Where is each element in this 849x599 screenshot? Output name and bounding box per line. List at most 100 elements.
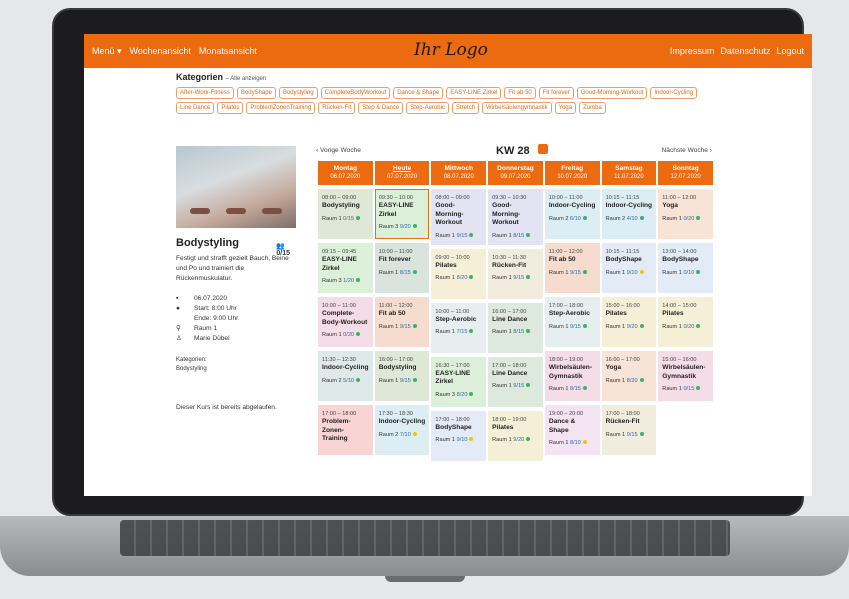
category-chip[interactable]: After-Work-Fitness [176,87,234,99]
event-room-info: Raum 1 8/15 [492,328,539,336]
course-event-card[interactable]: 11:30 – 12:30 Indoor-Cycling Raum 2 5/10 [318,351,373,401]
course-event-card[interactable]: 10:00 – 11:00 Fit forever Raum 1 8/15 [374,243,430,293]
category-chip[interactable]: Bodystyling [278,87,318,99]
category-chip[interactable]: Wirbelsäulengymnastik [481,102,552,114]
category-chip[interactable]: Rücken-Fit [318,102,356,114]
course-event-card[interactable]: 10:30 – 11:30 Rücken-Fit Raum 1 9/15 [488,248,543,299]
course-event-card[interactable]: 17:00 – 18:00 BodyShape Raum 1 9/10 [431,410,487,461]
course-event-card[interactable]: 09:30 – 10:30 Good-Morning-Workout Raum 1 … [488,189,543,245]
previous-week-link[interactable]: ‹ Vorige Woche [316,147,361,154]
show-all-link[interactable]: – Alle anzeigen [226,76,267,82]
availability-dot-icon [412,323,417,328]
course-event-card[interactable]: 15:00 – 16:00 Pilates Raum 1 9/20 [601,297,657,347]
course-event-card[interactable]: 17:00 – 18:00 Problem-Zonen-Training [318,405,373,455]
course-event-card[interactable]: 19:00 – 20:00 Dance & Shape Raum 1 8/10 [544,405,600,455]
impressum-link[interactable]: Impressum [670,46,715,56]
day-name[interactable]: Heute [375,164,430,173]
course-event-card[interactable]: 16:30 – 17:00 EASY-LINE Zirkel Raum 3 8/20 [431,356,487,407]
print-icon[interactable] [538,144,548,154]
datenschutz-link[interactable]: Datenschutz [720,46,770,56]
event-room-info: Raum 1 8/15 [379,269,426,277]
availability-dot-icon [582,215,587,220]
category-chip[interactable]: Fit ab 50 [504,87,536,99]
course-event-card[interactable]: 16:00 – 17:00 Line Dance Raum 1 8/15 [488,302,543,353]
event-time: 16:30 – 17:00 [435,362,470,369]
event-time: 09:30 – 10:30 [492,195,527,201]
course-event-card[interactable]: 15:00 – 16:00 Wirbelsäulen-Gymnastik Raum … [658,351,713,401]
availability-dot-icon [469,437,474,441]
event-name: Pilates [435,261,457,269]
course-event-card[interactable]: 08:00 – 09:00 Good-Morning-Workout Raum 1 … [431,189,487,245]
keyboard [120,520,730,556]
day-column: 09:30 – 10:30 Good-Morning-Workout Raum 1 … [488,187,543,461]
event-room-info: Raum 1 7/15 [435,328,482,336]
event-capacity: 8/20 [626,377,638,384]
course-event-card[interactable]: 11:00 – 12:00 Yoga Raum 1 0/20 [658,189,713,239]
course-event-card[interactable]: 08:00 – 09:00 Bodystyling Raum 1 0/15 [318,189,373,239]
category-chip[interactable]: Line Dance [176,102,215,114]
month-view-link[interactable]: Monatsansicht [199,46,257,57]
course-event-card[interactable]: 11:00 – 12:00 Fit ab 50 Raum 1 9/15 [374,297,430,347]
availability-dot-icon [526,329,531,333]
category-chip[interactable]: Pilates [217,102,244,114]
course-event-card[interactable]: 17:00 – 18:00 Step-Aerobic Raum 1 9/15 [544,297,600,347]
event-capacity: 1/20 [343,278,355,284]
availability-dot-icon [412,431,417,436]
course-event-card[interactable]: 10:00 – 11:00 Step-Aerobic Raum 1 7/15 [431,302,487,353]
course-event-card[interactable]: 18:00 – 19:00 Pilates Raum 1 9/20 [488,410,543,461]
course-event-card[interactable]: 10:15 – 11:15 BodyShape Raum 1 9/10 [601,243,657,293]
category-chip[interactable]: ProblemZonenTraining [246,102,316,114]
event-room-info: Raum 1 9/15 [606,431,653,439]
event-time: 14:00 – 15:00 [662,303,697,309]
calendar-icon: ▪ [176,295,179,302]
course-event-card[interactable]: 17:00 – 18:00 Line Dance Raum 1 9/15 [488,356,543,407]
course-event-card[interactable]: 10:00 – 11:00 Indoor-Cycling Raum 2 6/10 [544,189,600,239]
category-chip[interactable]: CompleteBodyWorkout [320,87,391,99]
availability-dot-icon [356,332,361,336]
course-event-card[interactable]: 09:15 – 09:45 EASY-LINE Zirkel Raum 3 1/20 [318,243,373,293]
day-date: 10.07.2020 [557,174,588,180]
week-view-link[interactable]: Wochenansicht [130,46,191,57]
availability-dot-icon [526,275,531,279]
next-week-link[interactable]: Nächste Woche › [662,147,712,154]
category-chip[interactable]: Step & Dance [358,102,404,114]
category-chip[interactable]: Dance & Shape [393,87,444,99]
course-event-card[interactable]: 09:00 – 10:00 Pilates Raum 1 8/20 [431,248,487,299]
category-chip[interactable]: Fit forever [538,87,574,99]
course-event-card[interactable]: 09:30 – 10:00 EASY-LINE Zirkel Raum 3 9/20 [374,189,430,239]
availability-dot-icon [526,437,531,441]
course-event-card[interactable]: 17:00 – 18:00 Rücken-Fit Raum 1 9/15 [601,405,657,455]
location-icon: ⚲ [176,325,181,332]
event-time: 17:00 – 18:00 [492,362,527,369]
category-chip[interactable]: EASY-LINE Zirkel [446,87,502,99]
day-column: 09:30 – 10:00 EASY-LINE Zirkel Raum 3 9/20… [374,187,430,461]
category-chip[interactable]: Indoor-Cycling [650,87,698,99]
event-room: Raum 1 [548,323,569,330]
event-room-info: Raum 2 7/10 [379,431,426,439]
event-room-info: Raum 3 8/20 [435,391,482,399]
event-room-info: Raum 1 8/20 [606,377,653,385]
category-chip[interactable]: BodyShape [236,87,276,99]
course-event-card[interactable]: 11:00 – 12:00 Fit ab 50 Raum 1 9/15 [544,243,600,293]
logo[interactable]: Ihr Logo [414,40,488,60]
users-icon: 👥 [276,243,286,250]
category-chip[interactable]: Stretch [451,102,479,114]
logout-link[interactable]: Logout [776,46,804,56]
course-event-card[interactable]: 16:00 – 17:00 Bodystyling Raum 1 9/15 [374,351,430,401]
event-time: 11:00 – 12:00 [662,195,697,201]
course-event-card[interactable]: 13:00 – 14:00 BodyShape Raum 1 0/10 [658,243,713,293]
category-chip[interactable]: Zumba [579,102,606,114]
course-event-card[interactable]: 18:00 – 19:00 Wirbelsäulen-Gymnastik Raum … [544,351,600,401]
course-event-card[interactable]: 10:00 – 11:00 Complete-Body-Workout Raum 1… [318,297,373,347]
category-chip[interactable]: Yoga [554,102,577,114]
event-name: Fit ab 50 [548,256,576,263]
category-chip[interactable]: Step-Aerobic [406,102,449,114]
category-chip[interactable]: Good-Morning-Workout [576,87,648,99]
menu-dropdown[interactable]: Menü ▾ [92,46,122,57]
course-event-card[interactable]: 17:30 – 18:30 Indoor-Cycling Raum 2 7/10 [374,405,430,455]
course-event-card[interactable]: 10:15 – 11:15 Indoor-Cycling Raum 2 4/10 [601,189,657,239]
day-name: Samstag [615,165,643,172]
course-event-card[interactable]: 14:00 – 15:00 Pilates Raum 1 0/20 [658,297,713,347]
availability-dot-icon [356,377,361,382]
course-event-card[interactable]: 16:00 – 17:00 Yoga Raum 1 8/20 [601,351,657,401]
